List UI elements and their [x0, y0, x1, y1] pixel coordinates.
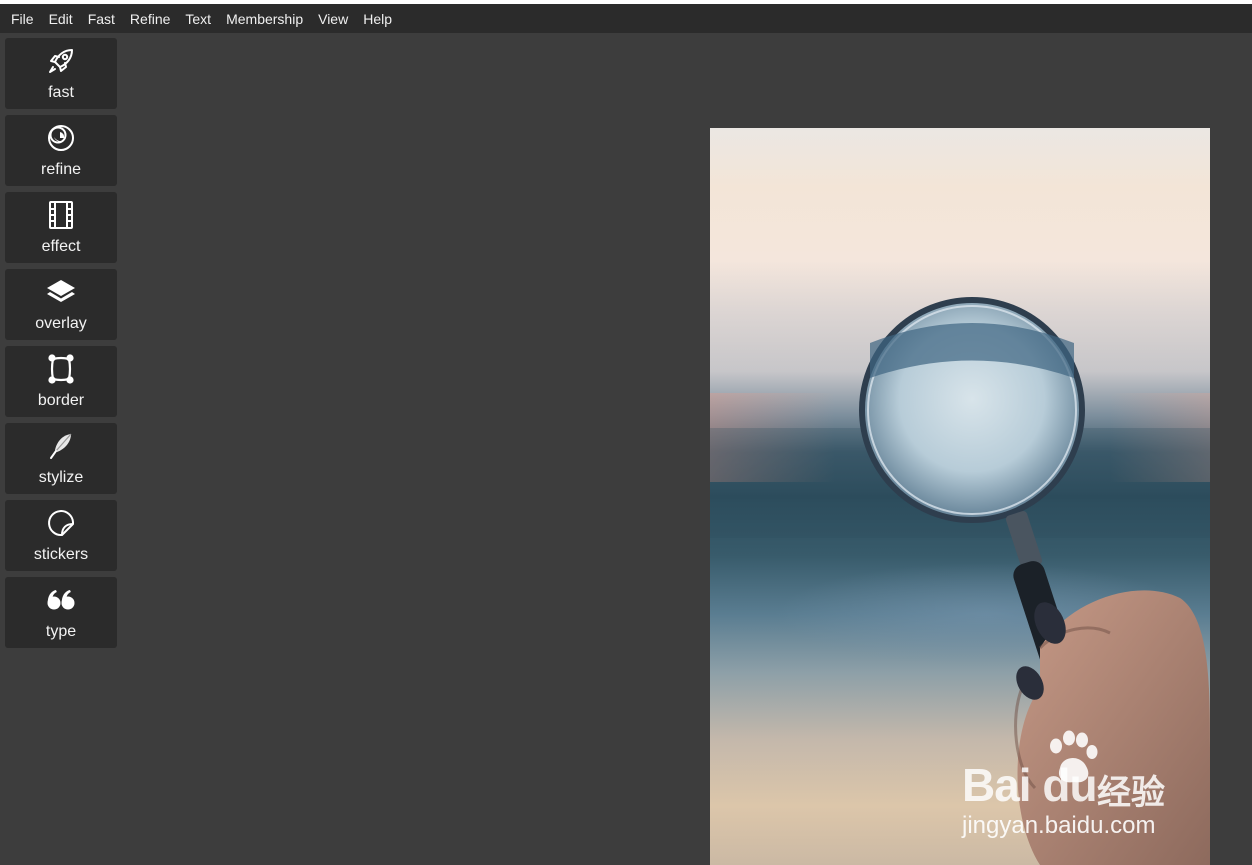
tool-type-button[interactable]: type [5, 577, 117, 648]
tool-border-button[interactable]: border [5, 346, 117, 417]
menu-help[interactable]: Help [363, 11, 392, 27]
tool-stickers-button[interactable]: stickers [5, 500, 117, 571]
quote-icon [45, 585, 77, 615]
tool-fast-button[interactable]: fast [5, 38, 117, 109]
menu-text[interactable]: Text [185, 11, 211, 27]
tool-stylize-button[interactable]: stylize [5, 423, 117, 494]
layers-icon [45, 277, 77, 307]
menu-view[interactable]: View [318, 11, 348, 27]
sticker-icon [45, 508, 77, 538]
baidu-watermark: Bai du 经验 jingyan.baidu.com [962, 720, 1202, 840]
refine-circles-icon [45, 123, 77, 153]
tool-type-label: type [45, 623, 77, 640]
tool-overlay-label: overlay [35, 315, 87, 332]
tool-effect-button[interactable]: effect [5, 192, 117, 263]
menu-membership[interactable]: Membership [226, 11, 303, 27]
tool-sidebar: fast refine effect overlay border styliz… [5, 38, 117, 654]
watermark-logo-text: Bai du [962, 759, 1098, 811]
tool-overlay-button[interactable]: overlay [5, 269, 117, 340]
tool-effect-label: effect [41, 238, 81, 255]
menu-bar: File Edit Fast Refine Text Membership Vi… [0, 4, 1252, 33]
tool-refine-button[interactable]: refine [5, 115, 117, 186]
rocket-icon [45, 46, 77, 76]
watermark-cn-text: 经验 [1097, 774, 1165, 812]
frame-border-icon [45, 354, 77, 384]
menu-fast[interactable]: Fast [88, 11, 115, 27]
menu-edit[interactable]: Edit [49, 11, 73, 27]
film-strip-icon [45, 200, 77, 230]
menu-file[interactable]: File [11, 11, 34, 27]
tool-refine-label: refine [40, 161, 82, 178]
tool-border-label: border [37, 392, 85, 409]
feather-pen-icon [45, 431, 77, 461]
photo-canvas[interactable]: Bai du 经验 jingyan.baidu.com [710, 128, 1210, 865]
tool-stylize-label: stylize [38, 469, 84, 486]
menu-refine[interactable]: Refine [130, 11, 170, 27]
tool-stickers-label: stickers [33, 546, 89, 563]
watermark-url: jingyan.baidu.com [962, 812, 1156, 839]
tool-fast-label: fast [48, 84, 74, 101]
